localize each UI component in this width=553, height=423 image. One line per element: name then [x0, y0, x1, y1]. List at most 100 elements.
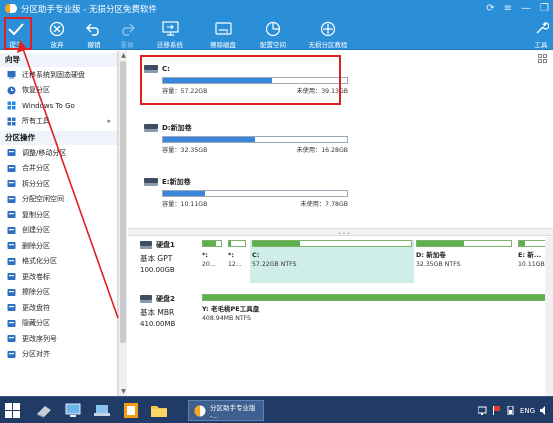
app-window: 分区助手专业版 - 无损分区免费软件 ⟳ ≡ — ❐ 提交 放弃 撤销 重做 迁…: [0, 0, 553, 423]
menu-icon[interactable]: ≡: [504, 0, 512, 18]
sidebar-item[interactable]: 更改盘符: [0, 300, 117, 316]
sidebar-item[interactable]: 格式化分区: [0, 254, 117, 270]
sidebar-item-label: 调整/移动分区: [22, 148, 67, 157]
sidebar-item-label: 更改卷标: [22, 272, 50, 281]
taskbar-partition-assistant[interactable]: 分区助手专业版 -...: [188, 400, 264, 421]
disk-partition-name: *:: [202, 251, 208, 259]
refresh-icon[interactable]: ⟳: [486, 0, 494, 18]
sidebar-item[interactable]: 恢复分区: [0, 83, 117, 99]
partition-capacity: 容量：57.22GB: [162, 88, 208, 95]
disk-partition-block[interactable]: *: 20...: [200, 240, 224, 283]
sidebar-item[interactable]: 调整/移动分区: [0, 145, 117, 161]
sidebar-item[interactable]: 拆分分区: [0, 176, 117, 192]
tutorial-icon: [319, 20, 337, 37]
disk-row[interactable]: 硬盘1 基本 GPT 100.00GB *: 20... *: 12... C:…: [128, 240, 553, 288]
sound-tray-icon[interactable]: [540, 406, 549, 415]
partition-info: 容量：10.11GB 未使用：7.78GB: [162, 199, 348, 208]
sidebar-item[interactable]: 擦除分区: [0, 285, 117, 301]
sidebar-scrollbar[interactable]: ▲ ▼: [118, 51, 127, 396]
sidebar-item-label: 分区对齐: [22, 350, 50, 359]
tools-button[interactable]: 工具: [532, 18, 550, 50]
sidebar-item[interactable]: Windows To Go: [0, 98, 117, 114]
sidebar-item[interactable]: 复制分区: [0, 207, 117, 223]
disk-partition-block[interactable]: *: 12...: [226, 240, 248, 283]
flag-tray-icon[interactable]: [492, 406, 501, 415]
sidebar-item-label: 格式化分区: [22, 257, 57, 266]
network-app-icon[interactable]: [93, 402, 110, 419]
sidebar-item[interactable]: 更改序列号: [0, 331, 117, 347]
disk-name: 硬盘2: [156, 295, 175, 303]
submit-button[interactable]: 提交: [4, 18, 28, 50]
sidebar-item-label: 合并分区: [22, 164, 50, 173]
disk-partition-fill: [203, 241, 216, 246]
sidebar-item[interactable]: 所有工具 ▸: [0, 114, 117, 130]
discard-button[interactable]: 放弃: [45, 18, 69, 50]
partition-info: 容量：32.35GB 未使用：16.28GB: [162, 145, 348, 154]
network-tray-icon[interactable]: [477, 406, 487, 415]
sidebar-item-label: 拆分分区: [22, 179, 50, 188]
partition-usage-bar: [162, 77, 348, 84]
partition-card[interactable]: E:新加卷 容量：10.11GB 未使用：7.78GB: [144, 176, 349, 208]
partition-usage-fill: [163, 78, 272, 83]
partition-unused: 未使用：39.13GB: [296, 88, 348, 95]
title-bar: 分区助手专业版 - 无损分区免费软件 ⟳ ≡ — ❐: [0, 0, 553, 18]
sidebar-item[interactable]: 分区对齐: [0, 347, 117, 363]
tools-label: 工具: [534, 41, 548, 49]
disk-partition-name: D: 新加卷: [416, 251, 446, 259]
sidebar-item-label: 删除分区: [22, 241, 50, 250]
disk-partition-bar: [202, 294, 550, 301]
sidebar-item[interactable]: 更改卷标: [0, 269, 117, 285]
disk-partition-size: 32.35GB NTFS: [416, 261, 461, 268]
tutorial-button[interactable]: 无损分区教程: [306, 18, 350, 50]
redo-button[interactable]: 重做: [115, 18, 139, 50]
wipe-disk-button[interactable]: 擦除磁盘: [203, 18, 243, 50]
window-title: 分区助手专业版 - 无损分区免费软件: [21, 5, 157, 15]
sidebar-item[interactable]: 隐藏分区: [0, 316, 117, 332]
windows-start-icon[interactable]: [5, 403, 20, 418]
this-pc-icon[interactable]: [64, 402, 81, 419]
partition-card-header: E:新加卷: [144, 176, 349, 188]
eraser-app-icon[interactable]: [35, 402, 52, 419]
battery-tray-icon[interactable]: [506, 405, 515, 416]
partition-capacity: 容量：32.35GB: [162, 147, 208, 154]
maximize-icon[interactable]: ❐: [540, 0, 549, 18]
disk-size: 410.00MB: [140, 320, 176, 328]
drive-icon: [144, 177, 158, 187]
sidebar-item[interactable]: 分配空闲空间: [0, 192, 117, 208]
minimize-icon[interactable]: —: [521, 0, 531, 18]
scroll-down-icon[interactable]: ▼: [119, 387, 128, 396]
scroll-up-icon[interactable]: ▲: [119, 51, 128, 60]
splitter-grip[interactable]: • • •: [338, 231, 350, 237]
partition-card[interactable]: D:新加卷 容量：32.35GB 未使用：16.28GB: [144, 122, 349, 154]
sidebar-item-label: 更改盘符: [22, 303, 50, 312]
partition-card[interactable]: C: 容量：57.22GB 未使用：39.13GB: [144, 63, 349, 95]
disk-partition-size: 408.94MB NTFS: [202, 315, 251, 322]
sidebar-item[interactable]: 合并分区: [0, 161, 117, 177]
serial-icon: [7, 334, 16, 343]
sidebar-item[interactable]: 创建分区: [0, 223, 117, 239]
disk-partition-fill: [229, 241, 231, 246]
office-app-icon[interactable]: [122, 402, 139, 419]
scrollbar-thumb[interactable]: [120, 61, 126, 343]
disk-scrollbar[interactable]: [545, 237, 553, 396]
sidebar-item[interactable]: 迁移系统到固态硬盘: [0, 67, 117, 83]
undo-button[interactable]: 撤销: [82, 18, 106, 50]
disk-partition-block[interactable]: Y: 老毛桃PE工具盘 408.94MB NTFS: [200, 294, 552, 337]
disk-partition-block[interactable]: D: 新加卷 32.35GB NTFS: [414, 240, 514, 283]
sidebar-item[interactable]: 删除分区: [0, 238, 117, 254]
sidebar-item-label: 分配空闲空间: [22, 195, 64, 204]
disk-row[interactable]: 硬盘2 基本 MBR 410.00MB Y: 老毛桃PE工具盘 408.94MB…: [128, 294, 553, 342]
check-icon: [7, 20, 25, 37]
view-toggle-icon[interactable]: [538, 54, 547, 63]
ime-label[interactable]: ENG: [520, 407, 535, 415]
migrate-os-button[interactable]: 迁移系统: [150, 18, 190, 50]
disk-partition-fill: [253, 241, 301, 246]
sidebar-item-label: 恢复分区: [22, 86, 50, 95]
disk-partition-block[interactable]: C: 57.22GB NTFS: [250, 240, 414, 283]
allocate-space-button[interactable]: 配置空间: [253, 18, 293, 50]
partition-name: E:新加卷: [162, 178, 191, 186]
file-explorer-icon[interactable]: [150, 402, 167, 419]
disk-info: 硬盘2 基本 MBR 410.00MB: [140, 294, 202, 328]
migrate-os-label: 迁移系统: [157, 41, 183, 49]
splitter-bar[interactable]: • • •: [128, 228, 553, 237]
